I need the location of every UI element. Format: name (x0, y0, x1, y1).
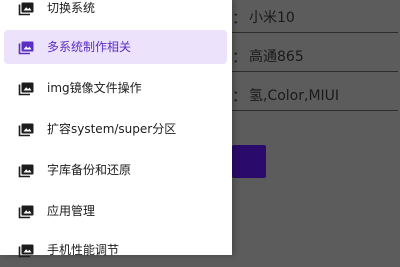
image-icon (18, 122, 34, 137)
rom-value: 氢,Color,MIUI (249, 88, 340, 104)
drawer-item-expand-partition[interactable]: 扩容system/super分区 (0, 112, 232, 146)
drawer-item-multi-system[interactable]: 多系统制作相关 (0, 30, 232, 64)
drawer-item-app-management[interactable]: 应用管理 (0, 194, 232, 228)
field-separator: ： (232, 48, 248, 66)
processor-value: 高通865 (249, 49, 304, 65)
field-underline (232, 110, 398, 111)
drawer-item-label: 多系统制作相关 (47, 40, 132, 54)
processor-field: ： 高通865 (232, 42, 400, 72)
drawer-item-label: img镜像文件操作 (47, 81, 142, 95)
field-separator: ： (232, 87, 248, 105)
field-separator: ： (232, 9, 248, 27)
drawer-item-label: 字库备份和还原 (47, 163, 132, 177)
field-underline (232, 71, 398, 72)
image-icon (18, 1, 34, 16)
device-model-value: 小米10 (249, 10, 295, 26)
drawer-item-label: 手机性能调节 (47, 243, 120, 257)
drawer-item-label: 扩容system/super分区 (47, 122, 177, 136)
primary-action-button (232, 145, 266, 178)
drawer-item-img-operations[interactable]: img镜像文件操作 (0, 71, 232, 105)
image-icon (18, 204, 34, 219)
drawer-item-switch-system[interactable]: 切换系统 (0, 0, 232, 25)
navigation-drawer: 切换系统 多系统制作相关 img镜像文件操作 扩容system/super分区 … (0, 0, 232, 258)
image-icon (18, 40, 34, 55)
drawer-item-font-backup[interactable]: 字库备份和还原 (0, 153, 232, 187)
drawer-item-label: 应用管理 (47, 204, 96, 218)
rom-field: ： 氢,Color,MIUI (232, 81, 400, 111)
field-underline (232, 32, 398, 33)
drawer-item-performance[interactable]: 手机性能调节 (0, 233, 232, 267)
device-model-field: ： 小米10 (232, 3, 400, 33)
drawer-item-label: 切换系统 (47, 1, 96, 15)
image-icon (18, 163, 34, 178)
image-icon (18, 81, 34, 96)
